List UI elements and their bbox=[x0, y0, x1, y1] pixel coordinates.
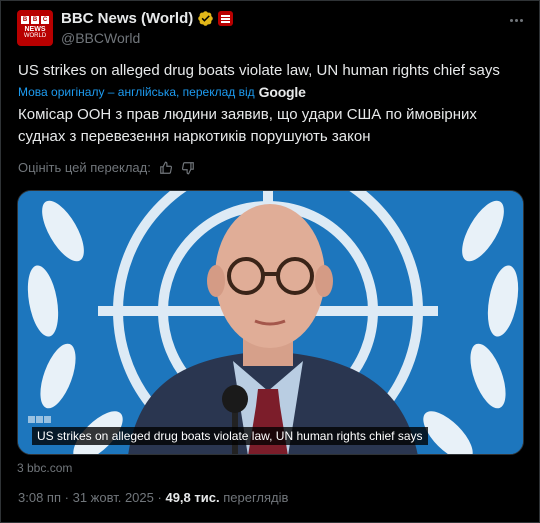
author-handle[interactable]: @BBCWorld bbox=[61, 30, 140, 46]
views-count[interactable]: 49,8 тис. bbox=[165, 490, 219, 505]
author-name-row: BBC News (World) bbox=[61, 10, 234, 27]
un-official-photo bbox=[18, 191, 523, 454]
bbc-logo: BBC bbox=[21, 16, 49, 24]
link-card-image[interactable]: US strikes on alleged drug boats violate… bbox=[17, 190, 524, 455]
avatar[interactable]: BBC NEWS WORLD bbox=[17, 10, 53, 46]
avatar-world-text: WORLD bbox=[23, 33, 47, 39]
translation-note[interactable]: Мова оригіналу – англійська, переклад ві… bbox=[18, 84, 306, 100]
google-logo: Google bbox=[258, 84, 306, 100]
more-options-icon[interactable] bbox=[506, 10, 526, 30]
meta-separator: · bbox=[64, 490, 69, 505]
rate-translation-label: Оцініть цей переклад: bbox=[18, 160, 151, 175]
post-translated-text: Комісар ООН з прав людини заявив, що уда… bbox=[18, 106, 477, 145]
meta-separator: · bbox=[157, 490, 162, 505]
verified-badge-icon[interactable] bbox=[197, 10, 214, 27]
link-source[interactable]: 3 bbc.com bbox=[17, 461, 72, 475]
affiliation-badge-icon[interactable] bbox=[218, 11, 234, 26]
post-date[interactable]: 31 жовт. 2025 bbox=[73, 490, 154, 505]
rate-translation: Оцініть цей переклад: bbox=[18, 160, 195, 175]
media-caption: US strikes on alleged drug boats violate… bbox=[32, 427, 428, 445]
thumbs-up-icon[interactable] bbox=[159, 161, 173, 175]
post-meta: 3:08 пп · 31 жовт. 2025 · 49,8 тис. пере… bbox=[18, 490, 288, 505]
post-time[interactable]: 3:08 пп bbox=[18, 490, 61, 505]
thumbs-down-icon[interactable] bbox=[181, 161, 195, 175]
translation-note-text: Мова оригіналу – англійська, переклад ві… bbox=[18, 85, 255, 99]
avatar-news-text: NEWS bbox=[24, 26, 46, 33]
post-original-text: US strikes on alleged drug boats violate… bbox=[18, 62, 500, 79]
views-label: переглядів bbox=[223, 490, 289, 505]
author-display-name[interactable]: BBC News (World) bbox=[61, 10, 193, 27]
